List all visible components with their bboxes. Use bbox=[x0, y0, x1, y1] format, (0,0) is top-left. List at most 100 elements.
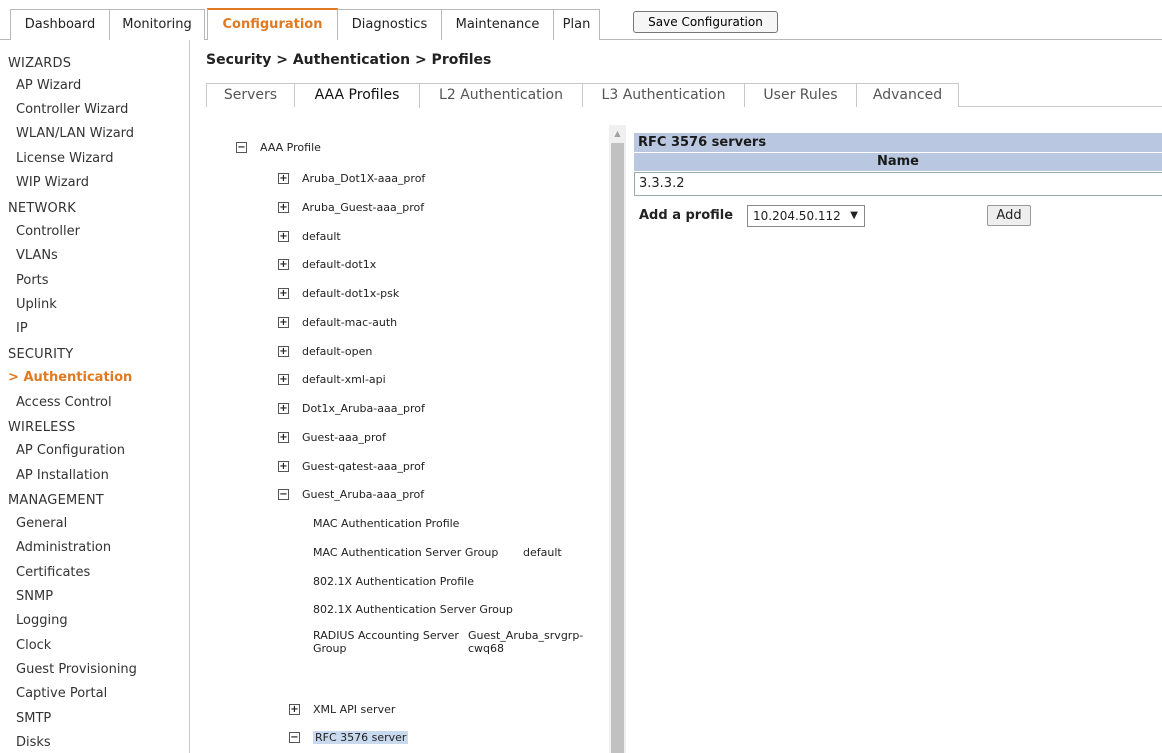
sidebar-item-wlan-lan-wizard[interactable]: WLAN/LAN Wizard bbox=[16, 126, 134, 141]
add-profile-select[interactable]: 10.204.50.112 ▼ bbox=[747, 205, 865, 227]
sidebar-item-vlans[interactable]: VLANs bbox=[16, 248, 58, 263]
sidebar-item-access-control[interactable]: Access Control bbox=[16, 395, 112, 410]
expand-icon[interactable]: + bbox=[278, 288, 289, 299]
expand-icon[interactable]: + bbox=[278, 173, 289, 184]
tab-monitoring[interactable]: Monitoring bbox=[110, 9, 205, 40]
expand-icon[interactable]: + bbox=[278, 374, 289, 385]
tree-node-profile[interactable]: + default-open bbox=[278, 345, 372, 358]
tree-node-label: XML API server bbox=[313, 703, 396, 716]
sidebar-item-certificates[interactable]: Certificates bbox=[16, 565, 90, 580]
tree-node-label-selected: RFC 3576 server bbox=[313, 731, 409, 744]
tab-l2-authentication[interactable]: L2 Authentication bbox=[420, 83, 583, 107]
tree-leaf-dot1x-auth-server-group[interactable]: 802.1X Authentication Server Group bbox=[313, 603, 513, 616]
expand-icon[interactable]: + bbox=[278, 317, 289, 328]
expand-icon[interactable]: + bbox=[278, 202, 289, 213]
tree-node-profile[interactable]: + default-xml-api bbox=[278, 373, 386, 386]
scrollbar-thumb[interactable] bbox=[611, 143, 624, 753]
expand-icon[interactable]: + bbox=[278, 346, 289, 357]
tree-node-xml-api-server[interactable]: + XML API server bbox=[289, 703, 395, 716]
tree-node-profile[interactable]: + default-dot1x-psk bbox=[278, 287, 399, 300]
tab-plan[interactable]: Plan bbox=[554, 9, 600, 40]
expand-icon[interactable]: + bbox=[278, 461, 289, 472]
sidebar-item-snmp[interactable]: SNMP bbox=[16, 589, 53, 604]
tree-leaf-radius-accounting-group[interactable]: RADIUS Accounting Server Group bbox=[313, 629, 459, 655]
sidebar-item-ports[interactable]: Ports bbox=[16, 273, 49, 288]
tree-node-label: default bbox=[302, 230, 341, 243]
tab-configuration[interactable]: Configuration bbox=[207, 8, 338, 40]
sidebar-item-controller-wizard[interactable]: Controller Wizard bbox=[16, 102, 128, 117]
tree-leaf-dot1x-auth-profile[interactable]: 802.1X Authentication Profile bbox=[313, 575, 474, 588]
rfc-servers-title: RFC 3576 servers bbox=[634, 133, 1162, 152]
add-button[interactable]: Add bbox=[987, 205, 1031, 226]
sidebar-item-license-wizard[interactable]: License Wizard bbox=[16, 151, 113, 166]
sidebar-item-smtp[interactable]: SMTP bbox=[16, 711, 51, 726]
tree-node-label: default-open bbox=[302, 345, 373, 358]
sidebar-item-clock[interactable]: Clock bbox=[16, 638, 51, 653]
sidebar-item-authentication[interactable]: > Authentication bbox=[8, 370, 132, 385]
tab-aaa-profiles[interactable]: AAA Profiles bbox=[295, 83, 420, 108]
tree-leaf-mac-auth-server-group[interactable]: MAC Authentication Server Group bbox=[313, 546, 498, 559]
tree-leaf-label-line: Group bbox=[313, 642, 347, 655]
tree-node-label: Guest_Aruba-aaa_prof bbox=[302, 488, 425, 501]
sidebar-item-ap-configuration[interactable]: AP Configuration bbox=[16, 443, 125, 458]
sidebar-item-label: Authentication bbox=[23, 370, 133, 385]
tab-servers[interactable]: Servers bbox=[206, 83, 295, 107]
expand-icon[interactable]: + bbox=[278, 231, 289, 242]
scroll-up-icon[interactable]: ▲ bbox=[609, 125, 626, 142]
sidebar-item-wip-wizard[interactable]: WIP Wizard bbox=[16, 175, 89, 190]
tab-advanced[interactable]: Advanced bbox=[857, 83, 959, 107]
sidebar-item-administration[interactable]: Administration bbox=[16, 540, 111, 555]
tree-node-label: default-dot1x-psk bbox=[302, 287, 400, 300]
chevron-right-icon: > bbox=[8, 370, 19, 385]
sidebar-section-security: SECURITY bbox=[8, 347, 74, 362]
tree-node-profile[interactable]: + Guest-aaa_prof bbox=[278, 431, 386, 444]
expand-icon[interactable]: + bbox=[278, 403, 289, 414]
tree-leaf-mac-auth-profile[interactable]: MAC Authentication Profile bbox=[313, 517, 459, 530]
tab-dashboard[interactable]: Dashboard bbox=[10, 9, 110, 40]
tree-node-profile-expanded[interactable]: − Guest_Aruba-aaa_prof bbox=[278, 488, 424, 501]
tree-node-aaa-profile[interactable]: − AAA Profile bbox=[236, 141, 321, 154]
tree-node-label: default-dot1x bbox=[302, 258, 377, 271]
top-navigation: Dashboard Monitoring Configuration Diagn… bbox=[0, 0, 1162, 40]
tree-node-profile[interactable]: + Dot1x_Aruba-aaa_prof bbox=[278, 402, 425, 415]
tab-user-rules[interactable]: User Rules bbox=[745, 83, 857, 107]
collapse-icon[interactable]: − bbox=[278, 489, 289, 500]
tree-leaf-value: default bbox=[523, 546, 562, 559]
sidebar-item-general[interactable]: General bbox=[16, 516, 67, 531]
collapse-icon[interactable]: − bbox=[289, 732, 300, 743]
sidebar-item-ap-installation[interactable]: AP Installation bbox=[16, 468, 109, 483]
tree-scrollbar[interactable]: ▲ bbox=[609, 125, 626, 753]
breadcrumb: Security > Authentication > Profiles bbox=[206, 52, 492, 68]
collapse-icon[interactable]: − bbox=[236, 142, 247, 153]
expand-icon[interactable]: + bbox=[289, 704, 300, 715]
sidebar-item-controller[interactable]: Controller bbox=[16, 224, 80, 239]
tree-node-profile[interactable]: + Guest-qatest-aaa_prof bbox=[278, 460, 425, 473]
sidebar-section-wireless: WIRELESS bbox=[8, 420, 76, 435]
tree-node-label: Guest-qatest-aaa_prof bbox=[302, 460, 425, 473]
table-row[interactable]: 3.3.3.2 bbox=[634, 172, 1162, 196]
sidebar-item-ip[interactable]: IP bbox=[16, 321, 28, 336]
expand-icon[interactable]: + bbox=[278, 259, 289, 270]
save-configuration-button[interactable]: Save Configuration bbox=[633, 11, 778, 33]
tree-leaf-value-line: Guest_Aruba_srvgrp- bbox=[468, 629, 584, 642]
tree-node-profile[interactable]: + default-dot1x bbox=[278, 258, 376, 271]
tree-node-rfc3576-server[interactable]: − RFC 3576 server bbox=[289, 731, 409, 744]
sidebar-item-captive-portal[interactable]: Captive Portal bbox=[16, 686, 107, 701]
sidebar-item-ap-wizard[interactable]: AP Wizard bbox=[16, 78, 81, 93]
tree-node-profile[interactable]: + default-mac-auth bbox=[278, 316, 397, 329]
tree-node-profile[interactable]: + Aruba_Guest-aaa_prof bbox=[278, 201, 424, 214]
tab-l3-authentication[interactable]: L3 Authentication bbox=[583, 83, 745, 107]
tree-node-label: Aruba_Guest-aaa_prof bbox=[302, 201, 425, 214]
tree-node-profile[interactable]: + Aruba_Dot1X-aaa_prof bbox=[278, 172, 425, 185]
tree-node-profile[interactable]: + default bbox=[278, 230, 341, 243]
expand-icon[interactable]: + bbox=[278, 432, 289, 443]
tab-maintenance[interactable]: Maintenance bbox=[442, 9, 554, 40]
sidebar-item-disks[interactable]: Disks bbox=[16, 735, 51, 750]
sidebar-item-logging[interactable]: Logging bbox=[16, 613, 68, 628]
sidebar-section-wizards: WIZARDS bbox=[8, 56, 72, 71]
sidebar-item-guest-provisioning[interactable]: Guest Provisioning bbox=[16, 662, 137, 677]
sidebar-item-uplink[interactable]: Uplink bbox=[16, 297, 57, 312]
tree-leaf-label-line: RADIUS Accounting Server bbox=[313, 629, 459, 642]
tree-node-label: Aruba_Dot1X-aaa_prof bbox=[302, 172, 426, 185]
tab-diagnostics[interactable]: Diagnostics bbox=[338, 9, 442, 40]
